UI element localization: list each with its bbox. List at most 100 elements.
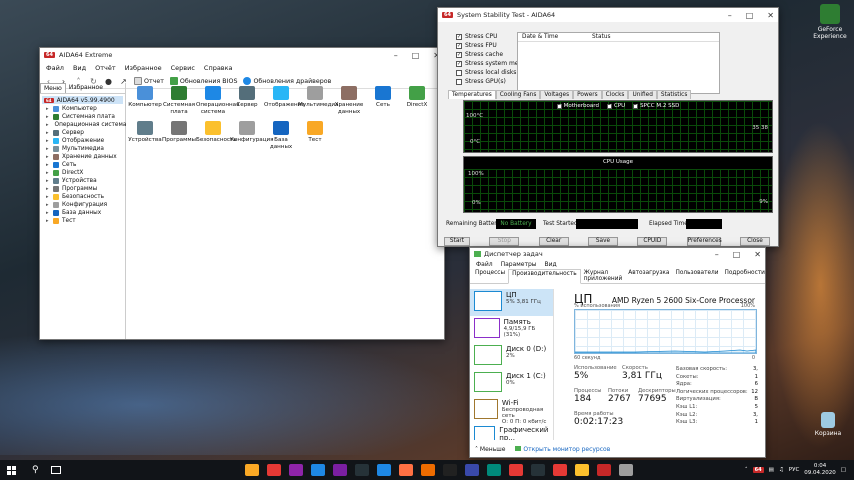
taskbar-app-icon[interactable] (552, 464, 567, 476)
taskbar-app-icon[interactable] (486, 464, 501, 476)
menu-favorites[interactable]: Избранное (125, 64, 162, 72)
chevron-right-icon[interactable]: ▸ (46, 178, 50, 184)
performance-item[interactable]: Диск 0 (D:) 2% (470, 343, 553, 370)
taskbar-app-icon[interactable] (574, 464, 589, 476)
category-tile[interactable]: Системная плата (162, 86, 196, 115)
windows-start-icon[interactable] (7, 465, 16, 475)
chevron-right-icon[interactable]: ▸ (46, 130, 50, 136)
menu-view[interactable]: Вид (73, 64, 86, 72)
minimize-button[interactable]: – (394, 51, 398, 60)
tree-item[interactable]: ▸ Безопасность (40, 193, 125, 201)
taskbar-app-icon[interactable] (354, 464, 369, 476)
category-tile[interactable]: Сервер (230, 86, 264, 115)
tree-item[interactable]: ▸ DirectX (40, 169, 125, 177)
category-tile[interactable]: Сеть (366, 86, 400, 115)
tree-item[interactable]: ▸ Тест (40, 217, 125, 225)
menu-file[interactable]: Файл (476, 261, 493, 268)
driver-update-button[interactable]: Обновления драйверов (243, 77, 331, 85)
menu-file[interactable]: Файл (46, 64, 64, 72)
aida64-titlebar[interactable]: 64 AIDA64 Extreme – □ ✕ (40, 48, 444, 62)
cpuid-button[interactable]: CPUID (637, 237, 668, 246)
category-tile[interactable]: База данных (264, 121, 298, 150)
notifications-icon[interactable]: □ (841, 467, 846, 473)
tm-titlebar[interactable]: Диспетчер задач – □ ✕ (470, 248, 765, 260)
checkbox-icon[interactable]: ✓ (456, 51, 462, 58)
taskbar-app-icon[interactable] (508, 464, 523, 476)
taskbar-app-icon[interactable] (530, 464, 545, 476)
menu-report[interactable]: Отчёт (95, 64, 116, 72)
desktop-icon-geforce[interactable]: GeForce Experience (808, 4, 852, 40)
bios-update-button[interactable]: Обновления BIOS (169, 77, 237, 85)
tray-overflow-icon[interactable]: ˄ (745, 467, 748, 473)
tm-tab[interactable]: Журнал приложений (581, 269, 626, 283)
tree-item[interactable]: ▸ Отображение (40, 137, 125, 145)
category-tile[interactable]: Компьютер (128, 86, 162, 115)
category-tile[interactable]: Устройства (128, 121, 162, 150)
tm-tab[interactable]: Пользователи (672, 269, 721, 283)
maximize-button[interactable]: □ (412, 51, 420, 60)
minimize-button[interactable]: – (715, 250, 719, 259)
performance-item[interactable]: Wi-Fi Беспроводная сеть О: 0 П: 0 кбит/с (470, 397, 553, 425)
tm-tab[interactable]: Процессы (472, 269, 508, 283)
chevron-right-icon[interactable]: ▸ (46, 218, 50, 224)
checkbox-icon[interactable] (456, 78, 462, 85)
tm-tab[interactable]: Подробности (722, 269, 765, 283)
category-tile[interactable]: DirectX (400, 86, 434, 115)
menu-options[interactable]: Параметры (501, 261, 537, 268)
performance-item[interactable]: Диск 1 (C:) 0% (470, 370, 553, 397)
tree-item[interactable]: ▸ Операционная система (40, 121, 126, 129)
report-button[interactable]: Отчет (134, 77, 164, 85)
sensor-tab[interactable]: Cooling Fans (495, 90, 541, 99)
clear-button[interactable]: Clear (538, 237, 569, 246)
sensor-tab[interactable]: Unified (628, 90, 657, 99)
task-view-icon[interactable] (50, 466, 61, 474)
volume-icon[interactable]: ♫ (779, 467, 784, 473)
taskbar-app-icon[interactable] (618, 464, 633, 476)
tree-item[interactable]: ▸ Устройства (40, 177, 125, 185)
save-button[interactable]: Save (587, 237, 618, 246)
tree-item[interactable]: ▸ Сеть (40, 161, 125, 169)
chevron-right-icon[interactable]: ▸ (46, 114, 50, 120)
taskbar-app-icon[interactable] (244, 464, 259, 476)
tm-tab[interactable]: Производительность (508, 269, 581, 284)
start-button[interactable]: Start (444, 237, 470, 246)
chevron-right-icon[interactable]: ▸ (46, 194, 50, 200)
category-tile[interactable]: Тест (298, 121, 332, 150)
checkbox-icon[interactable]: ✓ (456, 33, 462, 40)
minimize-button[interactable]: – (728, 11, 732, 20)
chevron-right-icon[interactable]: ▸ (46, 202, 50, 208)
category-tile[interactable]: Программы (162, 121, 196, 150)
sensor-tab[interactable]: Statistics (656, 90, 692, 99)
chevron-right-icon[interactable]: ▸ (46, 210, 50, 216)
stop-button[interactable]: Stop (489, 237, 520, 246)
close-button[interactable]: ✕ (754, 250, 761, 259)
category-tile[interactable]: Хранение данных (332, 86, 366, 115)
network-icon[interactable]: ▤ (769, 467, 774, 473)
taskbar-app-icon[interactable] (442, 464, 457, 476)
tree-root[interactable]: 64 AIDA64 v5.99.4900 (42, 96, 123, 104)
taskbar-app-icon[interactable] (464, 464, 479, 476)
legend-cpu[interactable]: ✓ CPU (606, 103, 625, 109)
chevron-right-icon[interactable]: ▸ (46, 146, 50, 152)
tree-item[interactable]: ▸ Сервер (40, 129, 125, 137)
taskbar-app-icon[interactable] (398, 464, 413, 476)
maximize-button[interactable]: □ (733, 250, 741, 259)
tree-item[interactable]: ▸ Хранение данных (40, 153, 125, 161)
taskbar-app-icon[interactable] (288, 464, 303, 476)
category-tile[interactable]: Отображение (264, 86, 305, 115)
chevron-right-icon[interactable]: ▸ (46, 162, 50, 168)
tree-item[interactable]: ▸ Мультимедиа (40, 145, 125, 153)
sensor-tab[interactable]: Clocks (601, 90, 629, 99)
language-indicator[interactable]: РУС (789, 467, 800, 473)
menu-service[interactable]: Сервис (171, 64, 195, 72)
category-tile[interactable]: Мультимедиа (298, 86, 339, 115)
category-tile[interactable]: Безопасность (196, 121, 237, 150)
tree-item[interactable]: ▸ Программы (40, 185, 125, 193)
category-tile[interactable]: Конфигурация (230, 121, 274, 150)
menu-view[interactable]: Вид (545, 261, 557, 268)
tree-item[interactable]: ▸ База данных (40, 209, 125, 217)
aida64-tray-icon[interactable]: 64 (752, 467, 764, 473)
menu-help[interactable]: Справка (204, 64, 233, 72)
tree-item[interactable]: ▸ Конфигурация (40, 201, 125, 209)
legend-motherboard[interactable]: ✓ Motherboard (556, 103, 599, 109)
